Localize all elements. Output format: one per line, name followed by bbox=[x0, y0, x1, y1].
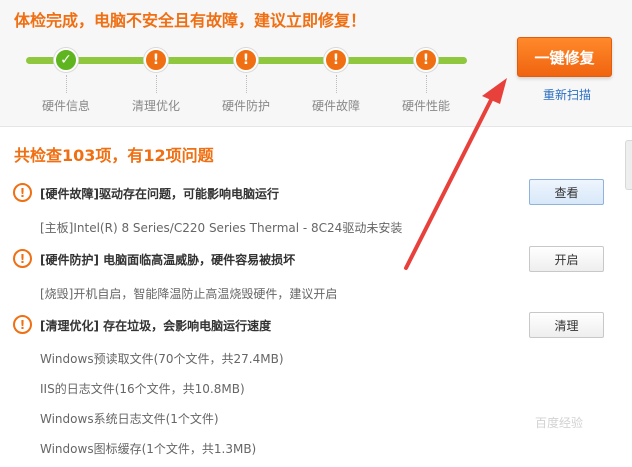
scan-summary: 共检查103项，有12项问题 bbox=[14, 146, 214, 165]
warning-icon: ! bbox=[13, 249, 32, 268]
step-label-hardware-performance: 硬件性能 bbox=[401, 99, 450, 113]
scan-result-header: 体检完成，电脑不安全且有故障，建议立即修复！ ✓ ! ! ! ! 硬件信息 清理… bbox=[0, 0, 632, 127]
scrollbar-handle[interactable] bbox=[625, 140, 632, 190]
step-label-hardware-protection: 硬件防护 bbox=[221, 99, 270, 113]
clean-button[interactable]: 清理 bbox=[529, 312, 604, 338]
step-connector bbox=[246, 75, 247, 93]
exclamation-icon: ! bbox=[234, 48, 258, 72]
view-button[interactable]: 查看 bbox=[529, 179, 604, 205]
issue-detail: [烧毁]开机自启，智能降温防止高温烧毁硬件，建议开启 bbox=[40, 287, 338, 301]
issue-detail: Windows预读取文件(70个文件，共27.4MB) bbox=[40, 352, 284, 366]
issue-title-hardware-fault: [硬件故障]驱动存在问题，可能影响电脑运行 bbox=[40, 187, 279, 201]
exclamation-icon: ! bbox=[324, 48, 348, 72]
exclamation-icon: ! bbox=[144, 48, 168, 72]
check-icon: ✓ bbox=[54, 48, 78, 72]
warning-icon: ! bbox=[13, 315, 32, 334]
issue-detail: [主板]Intel(R) 8 Series/C220 Series Therma… bbox=[40, 221, 403, 235]
scan-result-title: 体检完成，电脑不安全且有故障，建议立即修复！ bbox=[14, 11, 367, 30]
exclamation-icon: ! bbox=[414, 48, 438, 72]
step-connector bbox=[66, 75, 67, 93]
step-label-cleanup: 清理优化 bbox=[131, 99, 180, 113]
step-connector bbox=[156, 75, 157, 93]
one-click-fix-button[interactable]: 一键修复 bbox=[517, 37, 612, 77]
enable-button[interactable]: 开启 bbox=[529, 246, 604, 272]
issue-detail: IIS的日志文件(16个文件，共10.8MB) bbox=[40, 382, 245, 396]
warning-icon: ! bbox=[13, 183, 32, 202]
issue-title-cleanup: [清理优化] 存在垃圾，会影响电脑运行速度 bbox=[40, 319, 272, 333]
step-connector bbox=[426, 75, 427, 93]
issue-title-hardware-protection: [硬件防护] 电脑面临高温威胁，硬件容易被损坏 bbox=[40, 253, 296, 267]
rescan-link[interactable]: 重新扫描 bbox=[517, 86, 617, 103]
step-connector bbox=[336, 75, 337, 93]
issue-detail: Windows系统日志文件(1个文件) bbox=[40, 412, 219, 426]
issue-detail: Windows图标缓存(1个文件，共1.3MB) bbox=[40, 442, 257, 456]
step-label-hardware-info: 硬件信息 bbox=[41, 99, 90, 113]
watermark: 百度经验 bbox=[535, 416, 584, 430]
step-label-hardware-fault: 硬件故障 bbox=[311, 99, 360, 113]
